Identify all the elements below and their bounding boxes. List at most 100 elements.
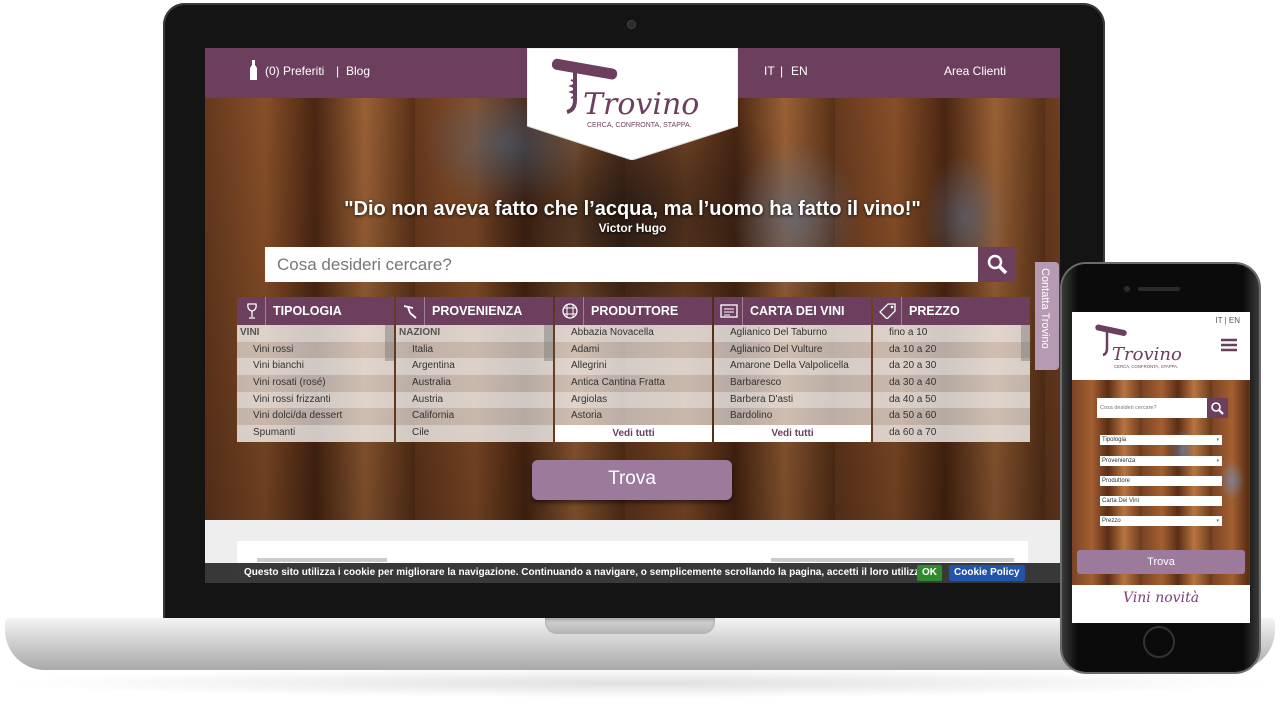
cookie-policy-button[interactable]: Cookie Policy <box>949 565 1025 581</box>
filter-option[interactable]: Argiolas <box>555 391 712 409</box>
bottle-icon[interactable] <box>249 60 258 80</box>
filter-list[interactable]: NAZIONI Italia Argentina Australia Austr… <box>396 325 553 442</box>
cookie-banner: Questo sito utilizza i cookie per miglio… <box>205 563 1060 583</box>
mobile-select-produttore[interactable]: Produttore <box>1100 476 1222 486</box>
filter-option[interactable]: Antica Cantina Fratta <box>555 375 712 392</box>
price-tag-icon <box>879 303 896 319</box>
mobile-section-title: Vini novità <box>1122 590 1200 606</box>
filter-option[interactable]: Abbazia Novacella <box>555 325 712 342</box>
filter-option[interactable]: California <box>396 408 553 425</box>
logo-wordmark: Trovino <box>1112 344 1182 365</box>
filter-list[interactable]: Aglianico Del Taburno Aglianico Del Vult… <box>714 325 871 425</box>
phone-speaker <box>1138 287 1180 291</box>
filter-title: PREZZO <box>909 304 960 318</box>
filter-carta-dei-vini: CARTA DEI VINI Aglianico Del Taburno Agl… <box>714 297 871 442</box>
filter-option[interactable]: Vini rosati (rosé) <box>237 375 394 392</box>
cookie-ok-button[interactable]: OK <box>917 565 942 581</box>
filter-option[interactable]: Spumanti <box>237 425 394 442</box>
mobile-hero: Cosa desideri cercare? Tipologia ▾ Proven… <box>1072 380 1250 585</box>
filter-option[interactable]: Argentina <box>396 358 553 376</box>
wine-glass-icon <box>247 303 257 319</box>
mobile-language-switch[interactable]: IT | EN <box>1215 316 1240 325</box>
filter-title: PRODUTTORE <box>591 304 679 318</box>
filter-title: CARTA DEI VINI <box>750 304 845 318</box>
filter-option[interactable]: Austria <box>396 391 553 409</box>
content-divider <box>771 558 1014 562</box>
mobile-search-button[interactable] <box>1207 398 1228 418</box>
dropdown-arrow-icon: ▾ <box>1216 518 1219 524</box>
see-all-link[interactable]: Vedi tutti <box>555 425 712 442</box>
phone-home-button <box>1143 626 1175 658</box>
barrel-icon <box>562 303 578 319</box>
see-all-link[interactable]: Vedi tutti <box>714 425 871 442</box>
contact-side-tab[interactable]: Contatta Trovino <box>1035 262 1059 370</box>
filter-tipologia: TIPOLOGIA VINI Vini rossi Vini bianchi V… <box>237 297 394 442</box>
content-divider <box>257 558 387 562</box>
filter-option[interactable]: Astoria <box>555 408 712 425</box>
mobile-search-input[interactable]: Cosa desideri cercare? <box>1097 398 1207 418</box>
client-area-link[interactable]: Area Clienti <box>944 64 1006 78</box>
dropdown-arrow-icon: ▾ <box>1216 437 1219 443</box>
filter-option[interactable]: Barbaresco <box>714 375 871 392</box>
filter-group-label: NAZIONI <box>396 325 553 342</box>
filter-option[interactable]: Bardolino <box>714 408 871 425</box>
laptop-screen: (0) Preferiti | Blog IT | EN Area Client… <box>205 48 1060 583</box>
filter-group-label: VINI <box>237 325 394 342</box>
trova-button[interactable]: Trova <box>532 460 732 500</box>
filter-option[interactable]: Aglianico Del Vulture <box>714 342 871 359</box>
filter-option[interactable]: Cile <box>396 425 553 442</box>
mobile-trova-button[interactable]: Trova <box>1077 550 1245 574</box>
logo-wordmark: Trovino <box>583 87 699 122</box>
filter-option[interactable]: Vini dolci/da dessert <box>237 408 394 425</box>
filter-option[interactable]: Amarone Della Valpolicella <box>714 358 871 376</box>
scrollbar[interactable] <box>544 325 553 361</box>
filter-option[interactable]: da 30 a 40 <box>873 375 1030 392</box>
trovino-logo[interactable]: Trovino CERCA, CONFRONTA, STAPPA. <box>527 48 738 160</box>
trovino-logo-mobile[interactable]: Trovino CERCA, CONFRONTA, STAPPA. <box>1092 318 1192 376</box>
filter-option[interactable]: da 60 a 70 <box>873 425 1030 442</box>
hamburger-menu-icon[interactable] <box>1221 338 1237 352</box>
blog-link[interactable]: Blog <box>346 64 370 78</box>
filter-prezzo: PREZZO fino a 10 da 10 a 20 da 20 a 30 d… <box>873 297 1030 442</box>
filter-option[interactable]: da 20 a 30 <box>873 358 1030 376</box>
filter-option[interactable]: Vini bianchi <box>237 358 394 376</box>
select-label: Prezzo <box>1102 518 1121 524</box>
filter-option[interactable]: Aglianico Del Taburno <box>714 325 871 342</box>
mobile-select-prezzo[interactable]: Prezzo ▾ <box>1100 516 1222 526</box>
dropdown-arrow-icon: ▾ <box>1216 458 1219 464</box>
filter-list[interactable]: fino a 10 da 10 a 20 da 20 a 30 da 30 a … <box>873 325 1030 442</box>
filter-option[interactable]: da 50 a 60 <box>873 408 1030 425</box>
logo-tagline: CERCA, CONFRONTA, STAPPA. <box>587 122 692 129</box>
mobile-select-carta-dei-vini[interactable]: Carta Dei Vini <box>1100 496 1222 506</box>
search-input[interactable]: Cosa desideri cercare? <box>265 247 978 282</box>
magnifier-icon <box>987 254 1008 275</box>
filter-list[interactable]: VINI Vini rossi Vini bianchi Vini rosati… <box>237 325 394 442</box>
filter-option[interactable]: fino a 10 <box>873 325 1030 342</box>
filter-option[interactable]: Allegrini <box>555 358 712 376</box>
corkscrew-icon <box>403 305 417 319</box>
filter-option[interactable]: da 10 a 20 <box>873 342 1030 359</box>
scrollbar[interactable] <box>385 325 394 361</box>
lang-separator: | <box>780 64 784 78</box>
search-button[interactable] <box>978 247 1016 282</box>
scrollbar[interactable] <box>1021 325 1030 361</box>
favorites-link[interactable]: (0) Preferiti <box>265 64 324 78</box>
mobile-select-tipologia[interactable]: Tipologia ▾ <box>1100 435 1222 445</box>
filter-option[interactable]: Barbera D'asti <box>714 391 871 409</box>
filter-option[interactable]: Australia <box>396 375 553 392</box>
select-label: Tipologia <box>1102 437 1127 443</box>
lang-en-link[interactable]: EN <box>791 64 808 78</box>
select-label: Provenienza <box>1102 458 1136 464</box>
filter-title: TIPOLOGIA <box>273 304 342 318</box>
menu-card-icon <box>720 304 738 318</box>
filter-list[interactable]: Abbazia Novacella Adami Allegrini Antica… <box>555 325 712 425</box>
filter-option[interactable]: Vini rossi frizzanti <box>237 391 394 409</box>
filter-option[interactable]: Adami <box>555 342 712 359</box>
filter-option[interactable]: Vini rossi <box>237 342 394 359</box>
quote-author: Victor Hugo <box>598 221 667 235</box>
filter-option[interactable]: da 40 a 50 <box>873 391 1030 409</box>
webcam <box>628 21 635 28</box>
mobile-select-provenienza[interactable]: Provenienza ▾ <box>1100 456 1222 466</box>
lang-it-link[interactable]: IT <box>764 64 775 78</box>
filter-option[interactable]: Italia <box>396 342 553 359</box>
